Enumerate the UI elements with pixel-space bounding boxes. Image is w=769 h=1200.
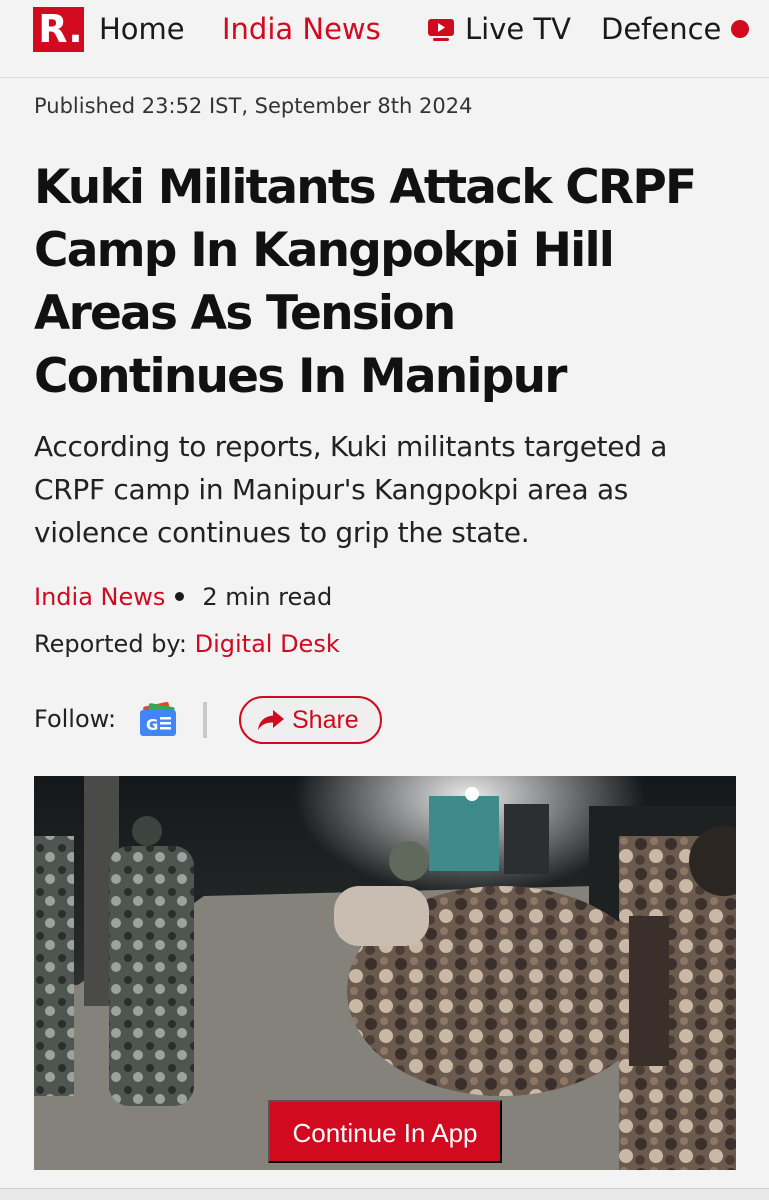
divider (203, 702, 207, 738)
google-news-icon[interactable]: G (137, 702, 179, 738)
follow-label: Follow: (34, 705, 117, 733)
article-headline: Kuki Militants Attack CRPF Camp In Kangp… (34, 156, 752, 408)
continue-in-app-button[interactable]: Continue In App (268, 1100, 502, 1163)
summary-line: According to reports, Kuki militants tar… (34, 430, 668, 463)
headline-line: Camp In Kangpokpi Hill (34, 223, 615, 278)
reported-by-label: Reported by: (34, 630, 187, 658)
publish-date: Published 23:52 IST, September 8th 2024 (34, 94, 473, 118)
republic-logo[interactable]: R. (33, 7, 84, 52)
summary-line: CRPF camp in Manipur's Kangpokpi area as (34, 473, 629, 506)
category-link[interactable]: India News (34, 583, 165, 611)
reporter-link[interactable]: Digital Desk (195, 630, 340, 658)
summary-line: violence continues to grip the state. (34, 516, 530, 549)
tv-icon (428, 19, 454, 41)
nav-home-link[interactable]: Home (99, 9, 185, 49)
share-arrow-icon (258, 710, 284, 730)
nav-live-tv-link[interactable]: Live TV (465, 9, 571, 49)
bottom-divider (0, 1188, 769, 1200)
nav-india-news-link[interactable]: India News (222, 9, 381, 49)
read-time: 2 min read (202, 583, 333, 611)
share-label: Share (292, 706, 359, 734)
share-button[interactable]: Share (239, 696, 382, 744)
headline-line: Areas As Tension (34, 286, 456, 341)
nav-defence-link[interactable]: Defence (601, 9, 721, 49)
separator-dot (175, 591, 185, 601)
article-meta: India News 2 min read (34, 580, 332, 614)
top-navigation: R. Home India News Live TV Defence (0, 0, 769, 78)
article-summary: According to reports, Kuki militants tar… (34, 425, 734, 554)
headline-line: Continues In Manipur (34, 349, 567, 404)
svg-text:G: G (146, 716, 158, 734)
headline-line: Kuki Militants Attack CRPF (34, 160, 697, 215)
reporter-line: Reported by: Digital Desk (34, 627, 340, 661)
defence-indicator-icon (731, 20, 749, 38)
